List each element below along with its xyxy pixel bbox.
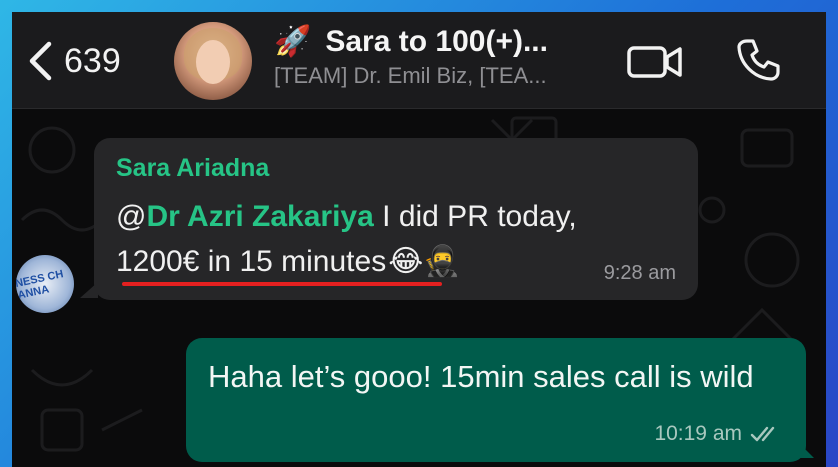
- message-line-2: 1200€ in 15 minutes😂🥷: [116, 245, 461, 278]
- group-avatar[interactable]: [174, 22, 252, 100]
- red-underline-highlight: [122, 282, 442, 286]
- outgoing-text: Haha let’s gooo! 15min sales call is wil…: [208, 359, 754, 394]
- chat-title: 🚀 Sara to 100(+)...: [274, 24, 614, 59]
- double-check-icon: [750, 426, 775, 442]
- video-camera-icon[interactable]: [626, 42, 684, 82]
- back-button[interactable]: [20, 36, 60, 86]
- chat-header: 639 🚀 Sara to 100(+)... [TEAM] Dr. Emil …: [12, 12, 826, 109]
- incoming-message[interactable]: Sara Ariadna @Dr Azri Zakariya I did PR …: [94, 138, 698, 300]
- sender-avatar[interactable]: NESS CH ANNA: [16, 255, 74, 313]
- chat-area[interactable]: NESS CH ANNA Sara Ariadna @Dr Azri Zakar…: [12, 110, 826, 467]
- outgoing-message[interactable]: Haha let’s gooo! 15min sales call is wil…: [186, 338, 806, 462]
- message-line-1: @Dr Azri Zakariya I did PR today,: [116, 200, 577, 233]
- rocket-icon: 🚀: [274, 25, 312, 58]
- sender-name[interactable]: Sara Ariadna: [116, 154, 269, 183]
- outgoing-timestamp: 10:19 am: [654, 422, 782, 446]
- phone-screen: 639 🚀 Sara to 100(+)... [TEAM] Dr. Emil …: [12, 12, 826, 467]
- incoming-timestamp: 9:28 am: [603, 262, 676, 284]
- chat-info[interactable]: 🚀 Sara to 100(+)... [TEAM] Dr. Emil Biz,…: [274, 24, 614, 89]
- emoji-laugh-ninja: 😂🥷: [388, 245, 461, 278]
- sender-avatar-text: NESS CH ANNA: [16, 268, 65, 302]
- unread-count[interactable]: 639: [64, 42, 121, 81]
- chat-title-text: Sara to 100(+)...: [325, 24, 548, 58]
- mention-link[interactable]: Dr Azri Zakariya: [146, 200, 373, 233]
- chat-subtitle: [TEAM] Dr. Emil Biz, [TEA...: [274, 63, 547, 88]
- phone-icon[interactable]: [734, 36, 782, 84]
- chevron-left-icon: [29, 41, 52, 81]
